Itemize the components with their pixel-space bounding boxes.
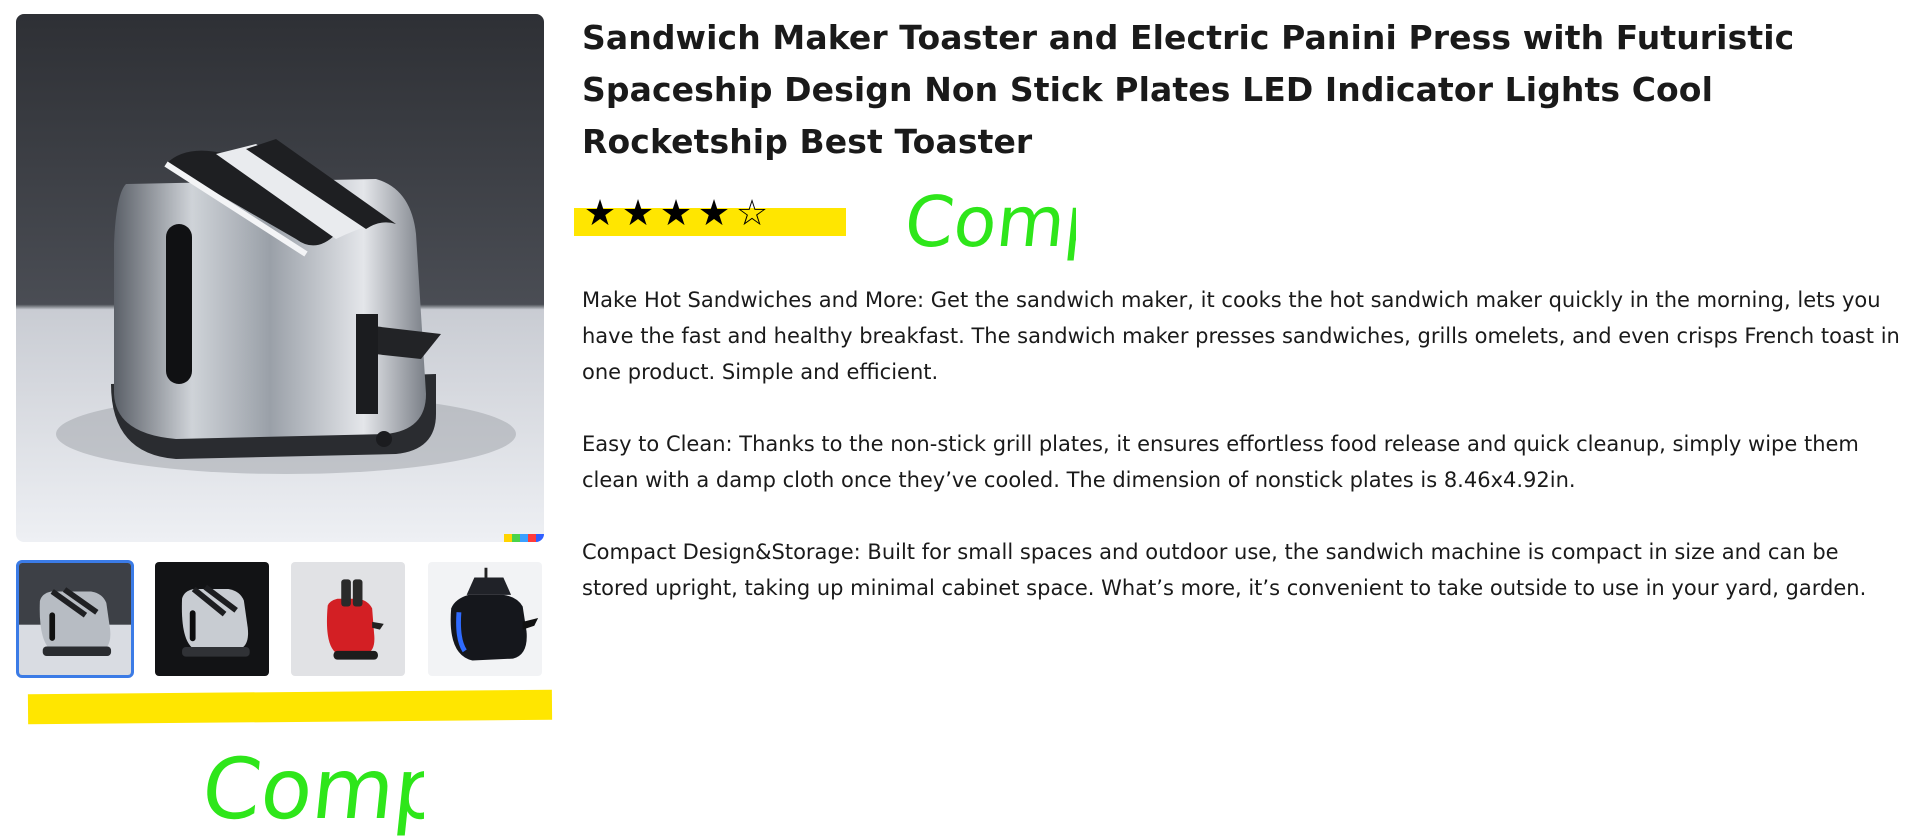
star-filled-icon: ★ [659, 193, 693, 234]
star-rating: ★ ★ ★ ★ ☆ [582, 196, 770, 232]
thumbnail-silver-toaster[interactable] [16, 560, 134, 678]
product-description: Make Hot Sandwiches and More: Get the sa… [582, 282, 1902, 642]
svg-text:Comp: Comp [906, 181, 1076, 263]
description-paragraph: Compact Design&Storage: Built for small … [582, 540, 1867, 600]
description-paragraph: Make Hot Sandwiches and More: Get the sa… [582, 288, 1900, 384]
product-title: Sandwich Maker Toaster and Electric Pani… [582, 18, 1795, 161]
star-filled-icon: ★ [583, 193, 617, 234]
main-product-image [16, 14, 544, 542]
star-empty-icon: ☆ [735, 193, 769, 234]
thumbnail-blue-black-toaster[interactable] [426, 560, 544, 678]
handwritten-comp-annotation: Comp [204, 740, 424, 838]
thumbnail-red-toaster[interactable] [289, 560, 407, 678]
color-swatch-strip [504, 534, 544, 542]
thumbnail-gallery [16, 560, 544, 678]
svg-text:Comp: Comp [204, 740, 424, 838]
thumbnails-highlight-annotation [27, 689, 553, 725]
star-filled-icon: ★ [621, 193, 655, 234]
handwritten-comp-annotation: Comp [906, 181, 1076, 263]
thumbnail-dark-toaster[interactable] [153, 560, 271, 678]
description-paragraph: Easy to Clean: Thanks to the non-stick g… [582, 432, 1859, 492]
star-filled-icon: ★ [697, 193, 731, 234]
